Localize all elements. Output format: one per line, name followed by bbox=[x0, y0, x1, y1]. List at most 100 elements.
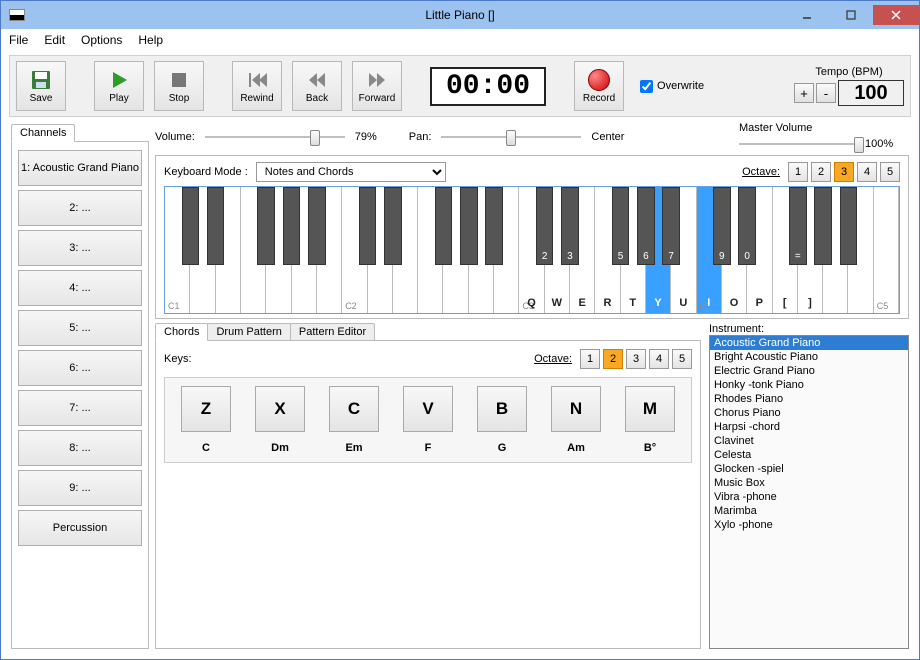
record-button[interactable]: Record bbox=[574, 61, 624, 111]
chord-key-C[interactable]: C bbox=[329, 386, 379, 432]
keyboard-octave-1[interactable]: 1 bbox=[788, 162, 808, 182]
chords-octave-3[interactable]: 3 bbox=[626, 349, 646, 369]
tab-channels[interactable]: Channels bbox=[11, 124, 75, 142]
keyboard-mode-select[interactable]: Notes and Chords bbox=[256, 162, 446, 182]
black-key[interactable]: 7 bbox=[662, 187, 680, 265]
rewind-button[interactable]: Rewind bbox=[232, 61, 282, 111]
chords-keys-label: Keys: bbox=[164, 353, 192, 365]
chord-label: C bbox=[202, 442, 210, 454]
channel-button-6[interactable]: 6: ... bbox=[18, 350, 142, 386]
instrument-item[interactable]: Marimba bbox=[710, 504, 908, 518]
play-button[interactable]: Play bbox=[94, 61, 144, 111]
save-button[interactable]: Save bbox=[16, 61, 66, 111]
keyboard-octave-label: Octave: bbox=[742, 166, 780, 178]
master-volume-slider[interactable] bbox=[739, 136, 859, 152]
black-key[interactable] bbox=[283, 187, 301, 265]
black-key[interactable] bbox=[207, 187, 225, 265]
overwrite-input[interactable] bbox=[640, 80, 653, 93]
menu-file[interactable]: File bbox=[9, 33, 28, 47]
black-key[interactable] bbox=[814, 187, 832, 265]
keyboard-octave-5[interactable]: 5 bbox=[880, 162, 900, 182]
black-key[interactable] bbox=[485, 187, 503, 265]
keyboard-octave-4[interactable]: 4 bbox=[857, 162, 877, 182]
instrument-item[interactable]: Bright Acoustic Piano bbox=[710, 350, 908, 364]
channel-button-2[interactable]: 2: ... bbox=[18, 190, 142, 226]
tempo-dec-button[interactable]: - bbox=[816, 83, 836, 103]
chords-octave-2[interactable]: 2 bbox=[603, 349, 623, 369]
black-key[interactable] bbox=[435, 187, 453, 265]
instrument-item[interactable]: Xylo -phone bbox=[710, 518, 908, 532]
channel-button-5[interactable]: 5: ... bbox=[18, 310, 142, 346]
black-key[interactable]: 3 bbox=[561, 187, 579, 265]
chord-label: G bbox=[498, 442, 507, 454]
black-key[interactable] bbox=[308, 187, 326, 265]
tempo-inc-button[interactable]: + bbox=[794, 83, 814, 103]
keyboard-octave-3[interactable]: 3 bbox=[834, 162, 854, 182]
channel-button-7[interactable]: 7: ... bbox=[18, 390, 142, 426]
chord-key-N[interactable]: N bbox=[551, 386, 601, 432]
instrument-item[interactable]: Vibra -phone bbox=[710, 490, 908, 504]
stop-icon bbox=[168, 69, 190, 91]
black-key[interactable]: = bbox=[789, 187, 807, 265]
black-key[interactable]: 5 bbox=[612, 187, 630, 265]
tab-drum-pattern[interactable]: Drum Pattern bbox=[207, 323, 290, 341]
black-key[interactable]: 6 bbox=[637, 187, 655, 265]
chord-key-B[interactable]: B bbox=[477, 386, 527, 432]
keyboard-mode-label: Keyboard Mode : bbox=[164, 166, 248, 178]
keyboard-octave-2[interactable]: 2 bbox=[811, 162, 831, 182]
back-icon bbox=[306, 69, 328, 91]
tab-pattern-editor[interactable]: Pattern Editor bbox=[290, 323, 375, 341]
chord-key-M[interactable]: M bbox=[625, 386, 675, 432]
volume-label: Volume: bbox=[155, 131, 195, 143]
close-button[interactable] bbox=[873, 5, 919, 25]
volume-slider[interactable] bbox=[205, 129, 345, 145]
back-button[interactable]: Back bbox=[292, 61, 342, 111]
stop-button[interactable]: Stop bbox=[154, 61, 204, 111]
black-key[interactable]: 9 bbox=[713, 187, 731, 265]
minimize-button[interactable] bbox=[785, 5, 829, 25]
chords-octave-5[interactable]: 5 bbox=[672, 349, 692, 369]
instrument-item[interactable]: Clavinet bbox=[710, 434, 908, 448]
instrument-item[interactable]: Honky -tonk Piano bbox=[710, 378, 908, 392]
instrument-item[interactable]: Chorus Piano bbox=[710, 406, 908, 420]
black-key[interactable]: 0 bbox=[738, 187, 756, 265]
rewind-icon bbox=[246, 69, 268, 91]
chord-key-Z[interactable]: Z bbox=[181, 386, 231, 432]
chords-octave-4[interactable]: 4 bbox=[649, 349, 669, 369]
instrument-item[interactable]: Harpsi -chord bbox=[710, 420, 908, 434]
instrument-list[interactable]: Acoustic Grand PianoBright Acoustic Pian… bbox=[709, 335, 909, 649]
instrument-item[interactable]: Rhodes Piano bbox=[710, 392, 908, 406]
instrument-item[interactable]: Celesta bbox=[710, 448, 908, 462]
black-key[interactable]: 2 bbox=[536, 187, 554, 265]
chord-key-X[interactable]: X bbox=[255, 386, 305, 432]
maximize-button[interactable] bbox=[829, 5, 873, 25]
forward-button[interactable]: Forward bbox=[352, 61, 402, 111]
menu-help[interactable]: Help bbox=[138, 33, 163, 47]
instrument-item[interactable]: Music Box bbox=[710, 476, 908, 490]
chord-key-V[interactable]: V bbox=[403, 386, 453, 432]
chord-label: F bbox=[425, 442, 432, 454]
tempo-label: Tempo (BPM) bbox=[815, 66, 882, 78]
chords-octave-1[interactable]: 1 bbox=[580, 349, 600, 369]
channel-button-8[interactable]: 8: ... bbox=[18, 430, 142, 466]
black-key[interactable] bbox=[359, 187, 377, 265]
channel-button-3[interactable]: 3: ... bbox=[18, 230, 142, 266]
black-key[interactable] bbox=[840, 187, 858, 265]
instrument-item[interactable]: Glocken -spiel bbox=[710, 462, 908, 476]
channel-button-4[interactable]: 4: ... bbox=[18, 270, 142, 306]
black-key[interactable] bbox=[460, 187, 478, 265]
instrument-item[interactable]: Acoustic Grand Piano bbox=[710, 336, 908, 350]
black-key[interactable] bbox=[384, 187, 402, 265]
menu-edit[interactable]: Edit bbox=[44, 33, 65, 47]
channel-button-1[interactable]: 1: Acoustic Grand Piano bbox=[18, 150, 142, 186]
instrument-item[interactable]: Electric Grand Piano bbox=[710, 364, 908, 378]
pan-slider[interactable] bbox=[441, 129, 581, 145]
overwrite-checkbox[interactable]: Overwrite bbox=[640, 80, 704, 93]
tab-chords[interactable]: Chords bbox=[155, 323, 208, 341]
channel-button-10[interactable]: Percussion bbox=[18, 510, 142, 546]
menu-options[interactable]: Options bbox=[81, 33, 122, 47]
piano-keyboard[interactable]: C1C2C3QWERTYUC4IOP[]C5 2356790= bbox=[164, 186, 900, 314]
black-key[interactable] bbox=[257, 187, 275, 265]
channel-button-9[interactable]: 9: ... bbox=[18, 470, 142, 506]
black-key[interactable] bbox=[182, 187, 200, 265]
